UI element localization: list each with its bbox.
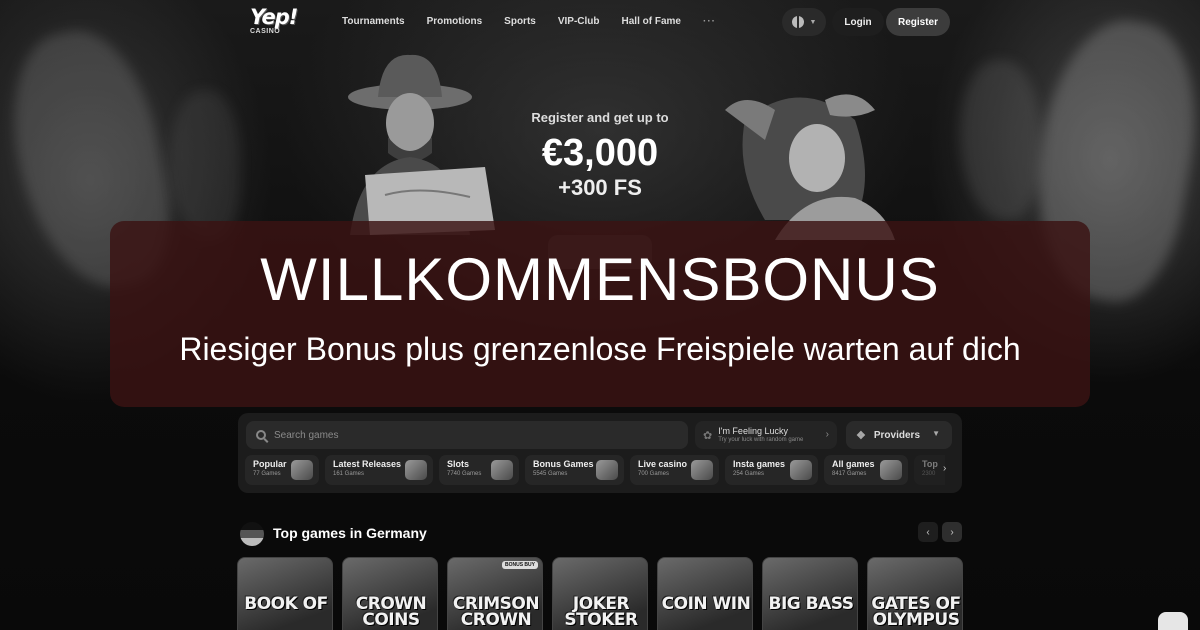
carousel-next-button[interactable]: › [942, 522, 962, 542]
category-list: Popular 77 Games Latest Releases 161 Gam… [245, 455, 945, 485]
game-tile-joker-stoker[interactable]: JOKER STOKER [552, 557, 648, 630]
category-name: Top [922, 459, 938, 469]
hero-freespins: +300 FS [558, 175, 642, 200]
banner-title: WILLKOMMENSBONUS [260, 246, 940, 313]
yep-casino-logo[interactable]: Yep! CASINO [250, 6, 314, 40]
game-title: CROWN COINS [355, 594, 427, 630]
game-tile-book-of[interactable]: BOOK OF [237, 557, 333, 630]
category-insta-games[interactable]: Insta games 254 Games [725, 455, 818, 485]
top-games-row: BOOK OF CROWN COINS BONUS BUY CRIMSON CR… [237, 557, 963, 630]
category-top[interactable]: Top 2300 [914, 455, 945, 485]
lightning-icon [790, 460, 812, 480]
hero-intro-text: Register and get up to [531, 110, 669, 125]
category-count: 2300 [922, 471, 936, 477]
feeling-lucky-button[interactable]: ✿ I'm Feeling Lucky Try your luck with r… [695, 421, 837, 449]
chat-icon[interactable] [1158, 612, 1188, 630]
nav-item-hall-of-fame[interactable]: Hall of Fame [622, 16, 681, 27]
game-tile-crown-coins[interactable]: CROWN COINS [342, 557, 438, 630]
category-all-games[interactable]: All games 8417 Games [824, 455, 908, 485]
flame-decoration [170, 90, 240, 240]
nav-item-promotions[interactable]: Promotions [427, 16, 483, 27]
category-bonus-games[interactable]: Bonus Games 5545 Games [525, 455, 624, 485]
clover-icon: ✿ [703, 429, 713, 442]
lucky-title: I'm Feeling Lucky [718, 426, 788, 436]
category-popular[interactable]: Popular 77 Games [245, 455, 319, 485]
category-live-casino[interactable]: Live casino 700 Games [630, 455, 719, 485]
game-title: GATES OF OLYMPUS [871, 594, 961, 630]
flame-decoration [960, 60, 1040, 220]
search-input[interactable] [274, 429, 654, 441]
category-latest-releases[interactable]: Latest Releases 161 Games [325, 455, 433, 485]
globe-icon [791, 16, 804, 28]
welcome-bonus-banner: WILLKOMMENSBONUS Riesiger Bonus plus gre… [110, 221, 1090, 407]
providers-label: Providers [873, 429, 921, 441]
game-tile-gates-of-olympus[interactable]: GATES OF OLYMPUS [867, 557, 963, 630]
logo-sub-text: CASINO [250, 28, 281, 35]
bonus-buy-badge: BONUS BUY [501, 561, 538, 569]
game-title: BIG BASS [768, 594, 855, 614]
nav-item-tournaments[interactable]: Tournaments [342, 16, 405, 27]
login-button[interactable]: Login [832, 8, 884, 36]
providers-dropdown[interactable]: ❖ Providers ▼ [846, 421, 952, 449]
providers-icon: ❖ [856, 429, 866, 442]
game-title: COIN WIN [661, 594, 751, 614]
slot-machine-icon [491, 460, 513, 480]
nav-item-sports[interactable]: Sports [504, 16, 536, 27]
lucky-subtitle: Try your luck with random game [718, 437, 804, 443]
fire-icon [291, 460, 313, 480]
site-header: Yep! CASINO Tournaments Promotions Sport… [0, 0, 1200, 44]
chevron-right-icon: › [825, 429, 829, 440]
chevron-down-icon: ▼ [809, 18, 817, 26]
main-nav: Tournaments Promotions Sports VIP-Club H… [342, 16, 716, 27]
game-title: BOOK OF [244, 594, 328, 614]
register-button[interactable]: Register [886, 8, 950, 36]
language-selector[interactable]: ▼ [782, 8, 826, 36]
chevron-right-icon[interactable]: › [943, 463, 946, 474]
clover-icon [405, 460, 427, 480]
hero-bonus-amount: €3,000 [541, 132, 659, 174]
hero-promo: Register and get up to €3,000 +300 FS [450, 110, 750, 201]
search-bar[interactable] [246, 421, 688, 449]
germany-flag-icon [240, 522, 264, 546]
gift-icon [596, 460, 618, 480]
search-icon [256, 430, 266, 440]
nav-item-vip-club[interactable]: VIP-Club [558, 16, 600, 27]
game-tile-big-bass[interactable]: BIG BASS [762, 557, 858, 630]
game-title: CRIMSON CROWN [452, 594, 540, 630]
category-slots[interactable]: Slots 7740 Games [439, 455, 519, 485]
game-search-panel: ✿ I'm Feeling Lucky Try your luck with r… [238, 413, 962, 493]
game-title: JOKER STOKER [564, 594, 638, 630]
more-menu-icon[interactable]: ··· [703, 16, 716, 27]
game-tile-crimson-crown[interactable]: BONUS BUY CRIMSON CROWN [447, 557, 543, 630]
top-games-title: Top games in Germany [273, 525, 427, 541]
game-tile-coin-win[interactable]: COIN WIN [657, 557, 753, 630]
banner-subtitle: Riesiger Bonus plus grenzenlose Freispie… [179, 331, 1021, 367]
chevron-down-icon: ▼ [932, 429, 940, 438]
dice-icon [880, 460, 902, 480]
carousel-prev-button[interactable]: ‹ [918, 522, 938, 542]
logo-main-text: Yep! [250, 5, 298, 29]
casino-chip-icon [691, 460, 713, 480]
